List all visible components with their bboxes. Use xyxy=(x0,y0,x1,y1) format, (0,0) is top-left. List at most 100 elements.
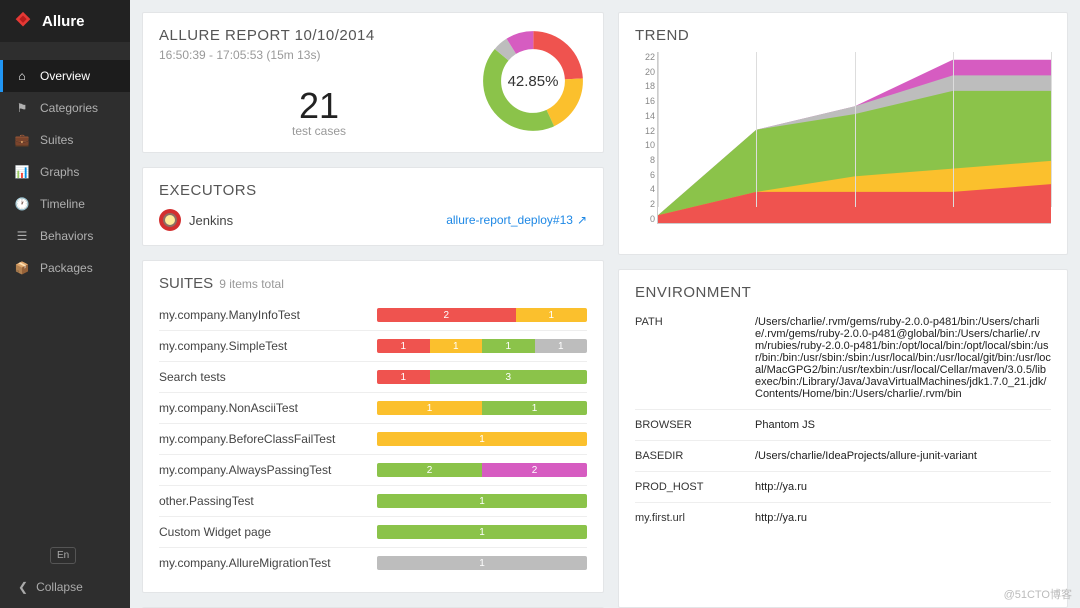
env-row: BASEDIR/Users/charlie/IdeaProjects/allur… xyxy=(635,440,1051,471)
suite-bar: 11 xyxy=(377,401,587,415)
env-value: http://ya.ru xyxy=(755,512,1051,524)
nav-item-graphs[interactable]: 📊 Graphs xyxy=(0,156,130,188)
collapse-label: Collapse xyxy=(36,580,83,594)
list-icon: ☰ xyxy=(14,229,30,243)
chevron-left-icon: ❮ xyxy=(18,580,28,594)
seg-failed: 2 xyxy=(377,308,516,322)
env-value: Phantom JS xyxy=(755,419,1051,431)
suite-name: other.PassingTest xyxy=(159,494,367,508)
suite-row[interactable]: my.company.ManyInfoTest21 xyxy=(159,300,587,330)
env-row: my.first.urlhttp://ya.ru xyxy=(635,502,1051,533)
pass-percentage: 42.85% xyxy=(479,27,587,135)
package-icon: 📦 xyxy=(14,261,30,275)
seg-passed: 1 xyxy=(482,339,535,353)
suite-bar: 13 xyxy=(377,370,587,384)
nav-item-suites[interactable]: 💼 Suites xyxy=(0,124,130,156)
suite-row[interactable]: Custom Widget page 1 xyxy=(159,516,587,547)
suites-card: SUITES 9 items total my.company.ManyInfo… xyxy=(142,260,604,593)
suite-bar: 1 xyxy=(377,494,587,508)
env-key: my.first.url xyxy=(635,512,755,524)
grid-line xyxy=(953,52,954,207)
grid-line xyxy=(855,52,856,207)
seg-passed: 2 xyxy=(377,463,482,477)
nav-label: Overview xyxy=(40,69,90,83)
nav: ⌂ Overview ⚑ Categories 💼 Suites 📊 Graphs 🕐Timel… xyxy=(0,42,130,539)
report-time: 16:50:39 - 17:05:53 (15m 13s) xyxy=(159,48,479,62)
watermark: @51CTO博客 xyxy=(1004,586,1072,602)
suite-row[interactable]: my.company.AlwaysPassingTest 22 xyxy=(159,454,587,485)
suite-row[interactable]: my.company.AllureMigrationTest 1 xyxy=(159,547,587,578)
nav-item-overview[interactable]: ⌂ Overview xyxy=(0,60,130,92)
trend-card: TREND 0246810121416182022 xyxy=(618,12,1068,255)
suite-name: my.company.SimpleTest xyxy=(159,339,367,353)
env-key: BROWSER xyxy=(635,419,755,431)
suite-bar: 1 xyxy=(377,556,587,570)
env-key: PATH xyxy=(635,316,755,400)
suite-row[interactable]: Search tests 13 xyxy=(159,361,587,392)
env-key: PROD_HOST xyxy=(635,481,755,493)
nav-item-timeline[interactable]: 🕐Timeline xyxy=(0,188,130,220)
suite-bar: 1111 xyxy=(377,339,587,353)
suite-name: Search tests xyxy=(159,370,367,384)
executor-build-link[interactable]: allure-report_deploy#13 ↗ xyxy=(446,213,587,227)
brand: Allure xyxy=(0,0,130,42)
grid-line xyxy=(1051,52,1052,207)
nav-label: Packages xyxy=(40,261,93,275)
summary-card: ALLURE REPORT 10/10/2014 16:50:39 - 17:0… xyxy=(142,12,604,153)
clock-icon: 🕐 xyxy=(14,197,30,211)
nav-item-packages[interactable]: 📦 Packages xyxy=(0,252,130,284)
environment-title: ENVIRONMENT xyxy=(635,284,1051,301)
home-icon: ⌂ xyxy=(14,69,30,83)
nav-label: Categories xyxy=(40,101,98,115)
suites-title: SUITES xyxy=(159,275,213,292)
executor-build-label: allure-report_deploy#13 xyxy=(446,213,573,227)
suite-name: my.company.AllureMigrationTest xyxy=(159,556,367,570)
environment-card: ENVIRONMENT PATH/Users/charlie/.rvm/gems… xyxy=(618,269,1068,608)
env-value: /Users/charlie/IdeaProjects/allure-junit… xyxy=(755,450,1051,462)
executors-card: EXECUTORS Jenkins allure-report_deploy#1… xyxy=(142,167,604,246)
seg-broken: 1 xyxy=(377,432,587,446)
suite-row[interactable]: my.company.SimpleTest 1111 xyxy=(159,330,587,361)
seg-passed: 3 xyxy=(430,370,588,384)
suite-row[interactable]: my.company.NonAsciiTest11 xyxy=(159,392,587,423)
brand-text: Allure xyxy=(42,13,85,30)
suite-row[interactable]: other.PassingTest 1 xyxy=(159,485,587,516)
external-link-icon: ↗ xyxy=(577,213,587,227)
suite-name: Custom Widget page xyxy=(159,525,367,539)
chart-icon: 📊 xyxy=(14,165,30,179)
executor-name: Jenkins xyxy=(189,213,233,228)
seg-skipped: 1 xyxy=(377,556,587,570)
suites-subtitle: 9 items total xyxy=(219,277,284,291)
env-row: BROWSERPhantom JS xyxy=(635,409,1051,440)
nav-label: Suites xyxy=(40,133,73,147)
collapse-button[interactable]: ❮ Collapse xyxy=(10,574,120,600)
grid-line xyxy=(658,52,659,207)
seg-failed: 1 xyxy=(377,339,430,353)
env-row: PROD_HOSThttp://ya.ru xyxy=(635,471,1051,502)
suite-bar: 1 xyxy=(377,525,587,539)
test-count-label: test cases xyxy=(159,124,479,138)
env-value: /Users/charlie/.rvm/gems/ruby-2.0.0-p481… xyxy=(755,316,1051,400)
nav-label: Graphs xyxy=(40,165,79,179)
seg-unknown: 2 xyxy=(482,463,587,477)
language-selector[interactable]: En xyxy=(50,547,76,564)
sidebar: Allure ⌂ Overview ⚑ Categories 💼 Suites 📊 Graph… xyxy=(0,0,130,608)
executors-title: EXECUTORS xyxy=(159,182,587,199)
suite-bar: 21 xyxy=(377,308,587,322)
flag-icon: ⚑ xyxy=(14,101,30,115)
seg-passed: 1 xyxy=(377,494,587,508)
env-key: BASEDIR xyxy=(635,450,755,462)
env-row: PATH/Users/charlie/.rvm/gems/ruby-2.0.0-… xyxy=(635,307,1051,409)
env-value: http://ya.ru xyxy=(755,481,1051,493)
seg-failed: 1 xyxy=(377,370,430,384)
seg-skipped: 1 xyxy=(535,339,588,353)
briefcase-icon: 💼 xyxy=(14,133,30,147)
nav-item-categories[interactable]: ⚑ Categories xyxy=(0,92,130,124)
suite-bar: 1 xyxy=(377,432,587,446)
seg-broken: 1 xyxy=(516,308,587,322)
suite-name: my.company.AlwaysPassingTest xyxy=(159,463,367,477)
jenkins-icon xyxy=(159,209,181,231)
seg-passed: 1 xyxy=(377,525,587,539)
suite-row[interactable]: my.company.BeforeClassFailTest1 xyxy=(159,423,587,454)
nav-item-behaviors[interactable]: ☰Behaviors xyxy=(0,220,130,252)
